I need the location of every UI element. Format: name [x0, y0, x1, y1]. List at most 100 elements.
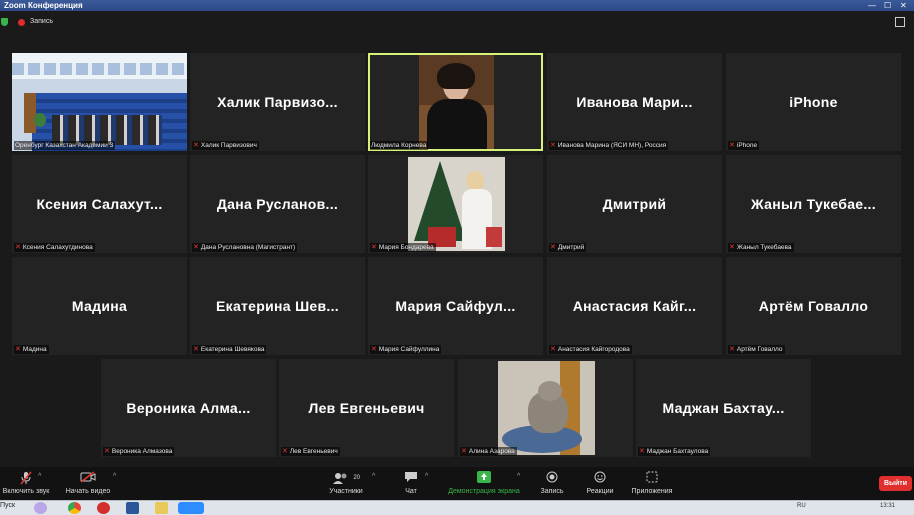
chevron-up-icon[interactable]: ^ [113, 473, 116, 480]
participant-name-label: ✕ Иванова Марина (ЯСИ МН), Россия [549, 141, 669, 150]
participant-label-text: Иванова Марина (ЯСИ МН), Россия [557, 142, 667, 149]
mic-muted-icon: ✕ [639, 448, 645, 455]
chat-label: Чат [405, 488, 417, 495]
participant-display-name: Мадина [71, 298, 128, 314]
chevron-up-icon[interactable]: ^ [425, 473, 428, 480]
video-feed [498, 361, 595, 455]
chrome-icon[interactable] [68, 502, 81, 514]
participant-label-text: Екатерина Шевякова [200, 346, 265, 353]
participant-tile[interactable]: Жаныл Тукебае... ✕ Жаныл Тукебаева [726, 155, 901, 253]
participant-display-name: Жаныл Тукебае... [751, 196, 876, 212]
participant-label-text: Вероника Алмазова [111, 448, 173, 455]
apps-button[interactable]: Приложения [628, 467, 676, 500]
os-taskbar: Пуск RU 13:31 [0, 500, 914, 515]
start-video-label: Начать видео [65, 488, 111, 495]
opera-icon[interactable] [97, 502, 110, 514]
chevron-up-icon[interactable]: ^ [517, 473, 520, 480]
participant-display-name: Дмитрий [602, 196, 667, 212]
participant-tile[interactable]: Оренбург Казахстан Академии 3 [12, 53, 187, 151]
participant-display-name: Маджан Бахтау... [662, 400, 785, 416]
participant-tile[interactable]: Халик Парвизо... ✕ Халик Парвизович [190, 53, 365, 151]
mic-muted-icon: ✕ [729, 142, 735, 149]
participant-name-label: ✕ Алина Азарова [460, 447, 517, 456]
participant-label-text: Мадина [22, 346, 47, 353]
chevron-up-icon[interactable]: ^ [372, 473, 375, 480]
participant-tile[interactable]: Дмитрий ✕ Дмитрий [547, 155, 722, 253]
window-title-bar: Zoom Конференция — ☐ ✕ [0, 0, 914, 11]
leave-meeting-button[interactable]: Выйти [879, 476, 912, 491]
mic-muted-icon: ✕ [371, 244, 377, 251]
participant-tile[interactable]: Людмила Корнева [368, 53, 543, 151]
mic-muted-icon: ✕ [15, 244, 21, 251]
participant-label-text: iPhone [736, 142, 758, 149]
window-title: Zoom Конференция [4, 1, 83, 10]
apps-icon [628, 471, 676, 486]
app-icon[interactable] [34, 502, 47, 514]
participant-display-name: Иванова Мари... [576, 94, 693, 110]
start-video-button[interactable]: Начать видео [62, 467, 114, 500]
participant-tile[interactable]: Мария Сайфул... ✕ Мария Сайфуллина [368, 257, 543, 355]
participant-tile[interactable]: Ксения Салахут... ✕ Ксения Салахутдинова [12, 155, 187, 253]
video-feed [12, 53, 187, 151]
participant-tile[interactable]: Вероника Алма... ✕ Вероника Алмазова [101, 359, 276, 457]
participant-name-label: ✕ Мадина [14, 345, 49, 354]
participant-label-text: Алина Азарова [468, 448, 515, 455]
participant-tile[interactable]: Дана Русланов... ✕ Дана Руслановна (Магист… [190, 155, 365, 253]
participant-name-label: Людмила Корнева [370, 141, 429, 150]
unmute-button[interactable]: Включить звук [0, 467, 52, 500]
language-indicator[interactable]: RU [797, 503, 806, 509]
mic-muted-icon: ✕ [193, 142, 199, 149]
mic-muted-icon [0, 471, 52, 486]
recording-label: Запись [30, 18, 53, 25]
zoom-taskbar-icon[interactable] [178, 502, 204, 514]
video-feed [419, 55, 494, 149]
chevron-up-icon[interactable]: ^ [38, 473, 41, 480]
record-label: Запись [540, 488, 564, 495]
reactions-button[interactable]: Реакции [582, 467, 618, 500]
mic-muted-icon: ✕ [15, 346, 21, 353]
share-screen-icon [443, 471, 525, 486]
participant-tile[interactable]: ✕ Мария Бондарева [368, 155, 543, 253]
participant-name-label: ✕ Вероника Алмазова [103, 447, 175, 456]
participant-display-name: Артём Говалло [758, 298, 869, 314]
participant-tile[interactable]: Артём Говалло ✕ Артём Говалло [726, 257, 901, 355]
word-icon[interactable] [126, 502, 139, 514]
mic-muted-icon: ✕ [371, 346, 377, 353]
share-screen-label: Демонстрация экрана [448, 488, 520, 495]
participant-tile[interactable]: Иванова Мари... ✕ Иванова Марина (ЯСИ МН),… [547, 53, 722, 151]
mic-muted-icon: ✕ [193, 244, 199, 251]
participant-label-text: Мария Сайфуллина [378, 346, 440, 353]
shield-icon[interactable] [1, 18, 8, 26]
chat-button[interactable]: Чат [396, 467, 426, 500]
grid-view-icon[interactable] [895, 17, 905, 27]
participant-name-label: Оренбург Казахстан Академии 3 [14, 141, 116, 150]
participant-tile[interactable]: Екатерина Шев... ✕ Екатерина Шевякова [190, 257, 365, 355]
close-window-button[interactable]: ✕ [900, 0, 907, 11]
record-button[interactable]: Запись [534, 467, 570, 500]
maximize-button[interactable]: ☐ [884, 0, 891, 11]
participant-tile[interactable]: iPhone ✕ iPhone [726, 53, 901, 151]
mic-muted-icon: ✕ [104, 448, 110, 455]
participants-button[interactable]: 20 Участники [322, 467, 370, 500]
participant-label-text: Халик Парвизович [200, 142, 257, 149]
participant-name-label: ✕ Мария Сайфуллина [370, 345, 442, 354]
participant-display-name: Дана Русланов... [216, 196, 339, 212]
participant-display-name: Лев Евгеньевич [308, 400, 425, 416]
chat-icon [396, 471, 426, 486]
participant-tile[interactable]: Анастасия Кайг... ✕ Анастасия Кайгородова [547, 257, 722, 355]
mic-muted-icon: ✕ [282, 448, 288, 455]
system-clock: 13:31 [880, 503, 896, 509]
share-screen-button[interactable]: Демонстрация экрана [443, 467, 525, 500]
participant-tile[interactable]: Маджан Бахтау... ✕ Маджан Бахтаулова [636, 359, 811, 457]
participant-label-text: Мария Бондарева [378, 244, 434, 251]
participant-label-text: Дмитрий [557, 244, 585, 251]
mic-muted-icon: ✕ [461, 448, 467, 455]
participant-tile[interactable]: Мадина ✕ Мадина [12, 257, 187, 355]
participant-name-label: ✕ Жаныл Тукебаева [728, 243, 794, 252]
folder-icon[interactable] [155, 502, 168, 514]
participant-name-label: ✕ Артём Говалло [728, 345, 785, 354]
participant-tile[interactable]: ✕ Алина Азарова [458, 359, 633, 457]
start-button[interactable]: Пуск [0, 502, 15, 509]
participant-tile[interactable]: Лев Евгеньевич ✕ Лев Евгеньевич [279, 359, 454, 457]
minimize-button[interactable]: — [868, 0, 876, 11]
